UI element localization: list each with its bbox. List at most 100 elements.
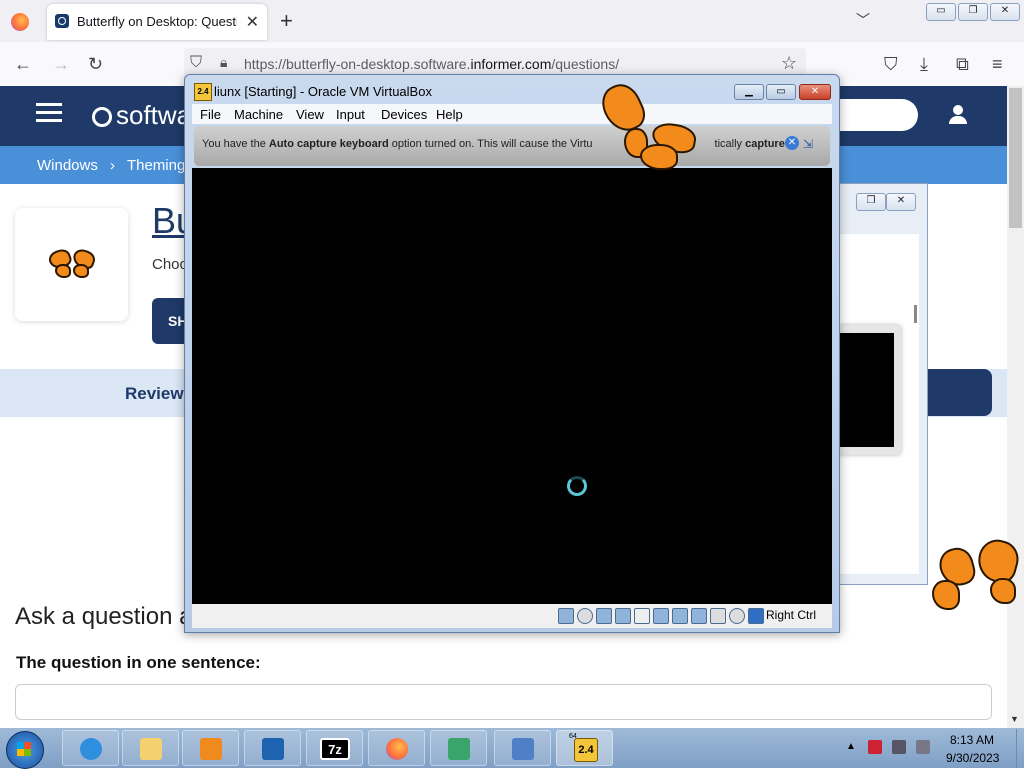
tab-title: Butterfly on Desktop: Question	[77, 14, 237, 29]
display-icon[interactable]	[672, 607, 688, 624]
bg-restore-button[interactable]: ❐	[856, 193, 886, 211]
logo-mark-icon	[92, 107, 112, 128]
mouse-integration-icon[interactable]	[729, 607, 745, 624]
folder-icon	[140, 738, 162, 760]
firefox-taskbar-icon	[386, 738, 408, 760]
menu-hamburger-icon[interactable]: ≡	[992, 54, 1003, 75]
tab-butterfly-questions[interactable]: Butterfly on Desktop: Question ✕	[47, 4, 267, 40]
forward-arrow-icon[interactable]: →	[52, 54, 70, 75]
menu-input[interactable]: Input	[336, 107, 365, 122]
vb-menu-bar: File Machine View Input Devices Help	[192, 104, 832, 124]
network-cubes-icon	[448, 738, 470, 760]
7zip-icon: 7z	[320, 738, 350, 760]
scroll-down-icon[interactable]: ▼	[1010, 714, 1019, 724]
bg-close-button[interactable]: ✕	[886, 193, 916, 211]
virtualbox-app-icon: 2.4	[194, 83, 212, 101]
lock-icon[interactable]: 🔒︎	[220, 54, 227, 71]
taskbar-firefox[interactable]	[368, 730, 425, 766]
tab-active[interactable]	[925, 369, 992, 416]
tab-close-icon[interactable]: ✕	[246, 12, 259, 32]
taskbar-network-app[interactable]	[430, 730, 487, 766]
site-logo[interactable]: softwa	[92, 100, 191, 131]
back-arrow-icon[interactable]: ←	[14, 54, 32, 75]
bookmark-star-icon[interactable]: ☆	[781, 53, 797, 74]
firefox-icon[interactable]	[11, 13, 29, 31]
virtualbox-manager-icon	[262, 738, 284, 760]
site-menu-icon[interactable]	[36, 103, 62, 123]
question-input[interactable]	[15, 684, 992, 720]
menu-help[interactable]: Help	[436, 107, 463, 122]
hard-disk-icon[interactable]	[558, 607, 574, 624]
taskbar-7zip[interactable]: 7z	[306, 730, 363, 766]
taskbar-internet-explorer[interactable]	[62, 730, 119, 766]
breadcrumb-windows[interactable]: Windows	[37, 157, 98, 174]
vb-status-icons	[558, 607, 767, 625]
remote-desktop-icon	[512, 738, 534, 760]
question-label: The question in one sentence:	[16, 653, 261, 672]
audio-icon[interactable]	[596, 607, 612, 624]
taskbar-media-player[interactable]	[182, 730, 239, 766]
keyboard-capture-icon[interactable]	[748, 607, 764, 624]
close-window-button[interactable]: ✕	[990, 3, 1020, 21]
media-player-icon	[200, 738, 222, 760]
downloads-icon[interactable]: ⤓	[920, 54, 928, 75]
video-capture-icon[interactable]	[691, 607, 707, 624]
vb-maximize-button[interactable]: ▭	[766, 84, 796, 100]
network-tray-icon[interactable]	[892, 740, 906, 754]
show-hidden-icons-button[interactable]: ▲	[846, 741, 856, 752]
ask-question-heading: Ask a question a	[15, 603, 193, 630]
optical-drive-icon[interactable]	[577, 607, 593, 624]
menu-devices[interactable]: Devices	[381, 107, 427, 122]
shield-icon[interactable]: ⛉	[190, 54, 202, 72]
app-icon-card	[15, 208, 128, 321]
notice-close-icon[interactable]: ✕	[785, 136, 799, 150]
bg-vm-preview	[838, 325, 901, 455]
show-desktop-button[interactable]	[1016, 729, 1024, 768]
clock-time[interactable]: 8:13 AM	[950, 733, 994, 747]
taskbar-virtualbox[interactable]	[244, 730, 301, 766]
loading-spinner-icon	[567, 476, 587, 496]
scrollbar-thumb[interactable]	[1009, 88, 1022, 228]
pocket-icon[interactable]: ⛉	[884, 54, 898, 75]
start-button[interactable]	[6, 731, 44, 769]
shared-folders-icon[interactable]	[653, 607, 669, 624]
breadcrumb-theming[interactable]: Theming	[127, 157, 185, 174]
tab-review[interactable]: Review	[125, 384, 184, 404]
clock-date[interactable]: 9/30/2023	[946, 751, 999, 765]
taskbar-file-explorer[interactable]	[122, 730, 179, 766]
network-icon[interactable]	[615, 607, 631, 624]
list-all-tabs-chevron-icon[interactable]: ﹀	[856, 10, 870, 30]
usb-icon[interactable]	[634, 607, 650, 624]
vbox-vm-icon: 2.4	[574, 738, 598, 762]
menu-machine[interactable]: Machine	[234, 107, 283, 122]
butterfly-app-icon	[46, 246, 99, 290]
taskbar-vbox-running[interactable]: 2.4 64	[556, 730, 613, 766]
taskbar-remote-desktop[interactable]	[494, 730, 551, 766]
menu-file[interactable]: File	[200, 107, 221, 122]
desktop-butterfly-icon-2	[930, 535, 1023, 620]
url-text[interactable]: https://butterfly-on-desktop.software.in…	[244, 56, 619, 72]
menu-view[interactable]: View	[296, 107, 324, 122]
virtualbox-window-title: liunx [Starting] - Oracle VM VirtualBox	[214, 84, 432, 99]
vm-display[interactable]	[192, 168, 832, 604]
breadcrumb-separator: ›	[110, 157, 116, 174]
internet-explorer-icon	[80, 738, 102, 760]
restore-button[interactable]: ❐	[958, 3, 988, 21]
reload-icon[interactable]: ↻	[88, 54, 103, 75]
notice-dont-show-icon[interactable]: ⇲	[803, 137, 813, 151]
action-center-flag-icon[interactable]	[868, 740, 882, 754]
volume-muted-icon[interactable]	[916, 740, 930, 754]
breadcrumb-links: Windows › Theming	[37, 157, 185, 174]
bg-scroll-handle[interactable]	[914, 305, 917, 323]
host-key-label: Right Ctrl	[766, 608, 817, 622]
new-tab-button[interactable]: +	[280, 8, 293, 34]
informer-favicon-icon	[55, 14, 69, 28]
extensions-icon[interactable]: ⧉	[956, 54, 969, 75]
cpu-icon[interactable]	[710, 607, 726, 624]
vb-minimize-button[interactable]: ▁	[734, 84, 764, 100]
minimize-button[interactable]: ▭	[926, 3, 956, 21]
user-account-icon[interactable]	[948, 105, 968, 125]
vbox-64-badge: 64	[569, 733, 577, 740]
app-subtitle: Choo	[152, 256, 188, 273]
vb-close-button[interactable]: ✕	[799, 84, 831, 100]
